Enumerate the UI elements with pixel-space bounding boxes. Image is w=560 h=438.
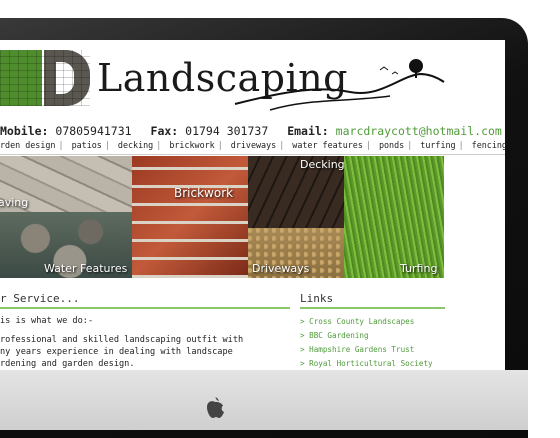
mobile-number: 07805941731	[55, 124, 132, 138]
tile-turfing[interactable]: Turfing	[344, 156, 444, 278]
tile-decking-label: Decking	[300, 158, 344, 171]
tile-driveways-label: Driveways	[252, 262, 310, 275]
our-service-section: r Service... is is what we do:- rofessio…	[0, 292, 290, 370]
link-cross-county[interactable]: > Cross County Landscapes	[300, 315, 445, 329]
hills-tree-icon	[234, 59, 445, 111]
nav-turfing[interactable]: turfing	[420, 140, 455, 150]
logo-texture	[0, 50, 90, 106]
website-screen: Landscaping Mobile: 07805941731 Fax: 017…	[0, 40, 505, 370]
fax-number: 01794 301737	[185, 124, 269, 138]
links-section: Links > Cross County Landscapes > BBC Ga…	[300, 292, 445, 370]
tile-paving-label: aving	[0, 196, 29, 209]
tile-brick-label: Brickwork	[174, 186, 234, 200]
tile-turfing-label: Turfing	[400, 262, 438, 275]
mobile-label: Mobile:	[0, 124, 49, 138]
link-bbc-gardening[interactable]: > BBC Gardening	[300, 329, 445, 343]
service-text-2: ny years experience in dealing with land…	[0, 347, 233, 357]
tile-paving[interactable]: aving	[0, 156, 132, 212]
md-logo[interactable]	[0, 50, 90, 106]
nav-decking[interactable]: decking	[118, 140, 153, 150]
contact-line: Mobile: 07805941731 Fax: 01794 301737 Em…	[0, 124, 505, 138]
email-label: Email:	[287, 124, 329, 138]
nav-brickwork[interactable]: brickwork	[169, 140, 214, 150]
service-intro: is is what we do:-	[0, 316, 94, 326]
nav-ponds[interactable]: ponds	[379, 140, 404, 150]
fax-label: Fax:	[150, 124, 179, 138]
apple-logo-icon	[207, 397, 224, 418]
service-text-3: rdening and garden design.	[0, 359, 135, 369]
monitor-chin	[0, 370, 528, 430]
service-heading: r Service...	[0, 292, 290, 309]
nav-fencing[interactable]: fencing	[472, 140, 505, 150]
nav-driveways[interactable]: driveways	[231, 140, 276, 150]
link-rhs[interactable]: > Royal Horticultural Society	[300, 357, 445, 370]
tile-driveways[interactable]: Driveways	[248, 228, 344, 278]
nav-garden-design[interactable]: rden design	[0, 140, 55, 150]
tile-water-label: Water Features	[44, 262, 128, 275]
link-hampshire-gardens[interactable]: > Hampshire Gardens Trust	[300, 343, 445, 357]
tile-water-features[interactable]: Water Features	[0, 212, 132, 278]
service-gallery: aving Water Features Brickwork Decking D…	[0, 156, 444, 278]
email-link[interactable]: marcdraycott@hotmail.com	[336, 124, 502, 138]
nav-water-features[interactable]: water features	[292, 140, 363, 150]
nav-bar: rden design | patios | decking | brickwork |…	[0, 140, 505, 155]
service-text-1: rofessional and skilled landscaping outf…	[0, 335, 244, 345]
links-heading: Links	[300, 292, 445, 309]
tile-brickwork[interactable]: Brickwork	[132, 156, 248, 278]
nav-patios[interactable]: patios	[72, 140, 102, 150]
tile-decking[interactable]: Decking	[248, 156, 344, 228]
